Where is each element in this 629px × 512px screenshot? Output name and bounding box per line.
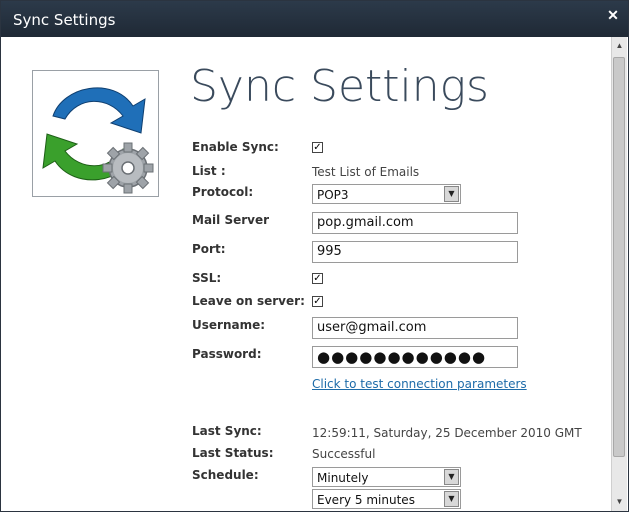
protocol-label: Protocol: [192, 185, 254, 199]
schedule-label: Schedule: [192, 468, 259, 482]
dialog-content: Sync Settings Enable Sync: ✓ List : Test… [1, 37, 612, 511]
enable-sync-label: Enable Sync: [192, 140, 279, 154]
protocol-select[interactable]: POP3 ▼ [312, 184, 461, 204]
sync-gear-icon [32, 70, 159, 197]
list-label: List : [192, 164, 226, 178]
leave-on-server-checkbox[interactable]: ✓ [312, 296, 323, 307]
chevron-down-icon[interactable]: ▼ [444, 469, 459, 485]
last-status-label: Last Status: [192, 446, 274, 460]
username-label: Username: [192, 318, 266, 332]
list-value: Test List of Emails [312, 165, 420, 179]
username-input[interactable]: user@gmail.com [312, 317, 518, 339]
scroll-up-icon[interactable]: ▲ [612, 39, 627, 53]
sync-settings-window: Sync Settings ✕ Sync Settings Enable Syn… [0, 0, 629, 512]
chevron-down-icon[interactable]: ▼ [444, 186, 459, 202]
password-input[interactable]: ●●●●●●●●●●●● [312, 346, 518, 368]
interval-select[interactable]: Every 5 minutes ▼ [312, 489, 461, 509]
interval-selected-value: Every 5 minutes [317, 493, 415, 507]
ssl-checkbox[interactable]: ✓ [312, 273, 323, 284]
password-label: Password: [192, 347, 262, 361]
chevron-down-icon[interactable]: ▼ [444, 491, 459, 507]
vertical-scrollbar[interactable]: ▲ ▼ [611, 37, 627, 511]
title-bar: Sync Settings ✕ [1, 1, 628, 37]
port-label: Port: [192, 242, 226, 256]
last-sync-value: 12:59:11, Saturday, 25 December 2010 GMT [312, 426, 582, 440]
page-title: Sync Settings [190, 61, 489, 112]
port-input[interactable]: 995 [312, 241, 518, 263]
ssl-label: SSL: [192, 271, 222, 285]
close-icon[interactable]: ✕ [606, 8, 620, 22]
enable-sync-checkbox[interactable]: ✓ [312, 142, 323, 153]
mail-server-input[interactable]: pop.gmail.com [312, 212, 518, 234]
leave-on-server-label: Leave on server: [192, 294, 305, 308]
scroll-down-icon[interactable]: ▼ [612, 495, 627, 509]
test-connection-link[interactable]: Click to test connection parameters [312, 377, 527, 391]
last-sync-label: Last Sync: [192, 424, 262, 438]
schedule-select[interactable]: Minutely ▼ [312, 467, 461, 487]
window-title: Sync Settings [13, 11, 116, 29]
schedule-selected-value: Minutely [317, 471, 369, 485]
scrollbar-thumb[interactable] [613, 57, 625, 457]
protocol-selected-value: POP3 [317, 188, 349, 202]
mail-server-label: Mail Server [192, 213, 270, 227]
last-status-value: Successful [312, 447, 376, 461]
